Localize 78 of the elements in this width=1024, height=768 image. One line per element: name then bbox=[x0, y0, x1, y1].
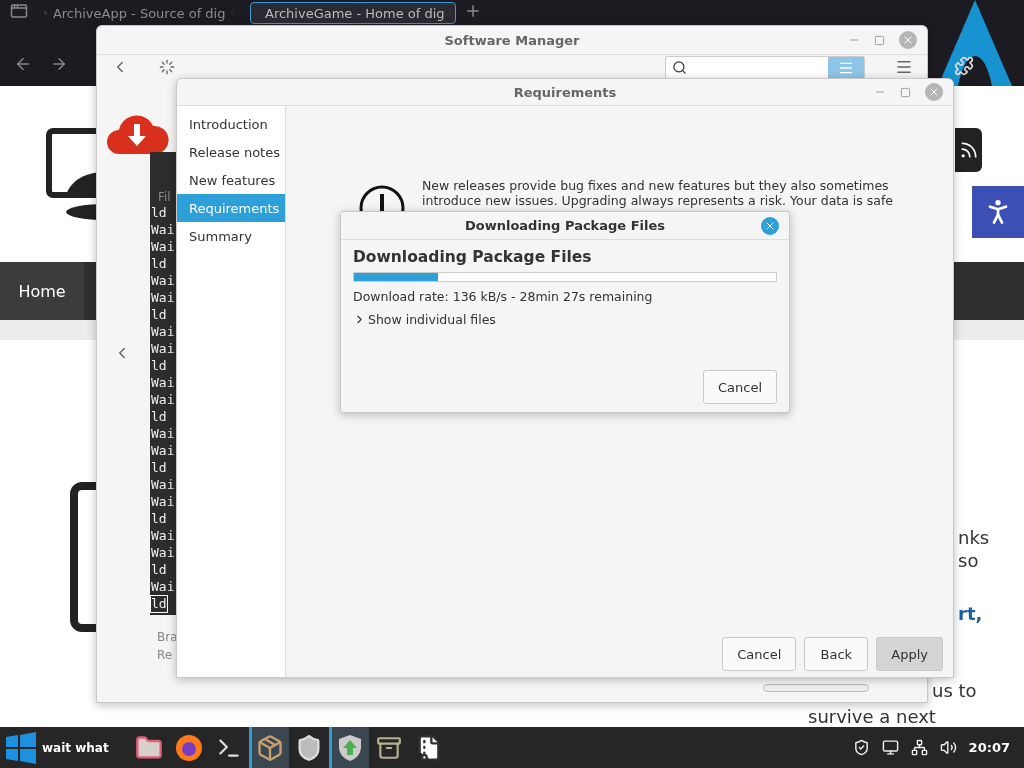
dialog-heading: Downloading Package Files bbox=[353, 248, 593, 266]
article-text: so bbox=[958, 550, 979, 572]
windows-logo-icon[interactable] bbox=[5, 731, 37, 764]
terminal-line: ld bbox=[150, 306, 168, 323]
terminal-line: Wai bbox=[150, 340, 176, 357]
tab-overview-icon[interactable] bbox=[10, 2, 28, 20]
cancel-button[interactable]: Cancel bbox=[702, 370, 777, 404]
terminal-line: Wai bbox=[150, 544, 176, 561]
dialog-title: Downloading Package Files bbox=[464, 218, 666, 233]
spinner-icon bbox=[159, 59, 175, 75]
menu-icon[interactable] bbox=[895, 58, 913, 76]
browser-tab[interactable]: ArchiveGame - Home of dig bbox=[250, 2, 456, 24]
close-icon bbox=[902, 34, 914, 46]
window-title: Software Manager bbox=[444, 32, 580, 48]
shield-icon[interactable] bbox=[852, 739, 870, 756]
terminal-line: ld bbox=[150, 204, 168, 221]
package-icon[interactable] bbox=[256, 733, 285, 762]
terminal-line: ld bbox=[150, 408, 168, 425]
terminal-line: Wai bbox=[150, 238, 176, 255]
terminal-line: ld bbox=[151, 596, 167, 612]
terminal-line: Wai bbox=[150, 493, 176, 510]
scrollbar[interactable] bbox=[763, 684, 869, 692]
volume-icon[interactable] bbox=[939, 739, 957, 756]
download-rate: Download rate: 136 kB/s - 28min 27s remaining bbox=[353, 289, 654, 304]
terminal-line: Wai bbox=[150, 476, 176, 493]
terminal-line: ld bbox=[150, 561, 168, 578]
article-text: survive a next bbox=[808, 706, 936, 728]
article-text: rt, bbox=[958, 603, 983, 625]
extension-icon[interactable] bbox=[954, 56, 974, 76]
expander[interactable]: Show individual files bbox=[353, 312, 777, 327]
terminal-line: Wai bbox=[150, 221, 176, 238]
terminal-line: Wai bbox=[150, 391, 176, 408]
warning-text: New releases provide bug fixes and new features but they also sometimes introduce new issues. Upgrading always represents a risk. Your data is safe bbox=[422, 178, 894, 208]
terminal-menu[interactable]: Fil bbox=[158, 190, 171, 204]
nav-link[interactable]: Home bbox=[0, 262, 84, 320]
sidebar-item[interactable]: Summary bbox=[177, 222, 285, 250]
rss-button[interactable] bbox=[955, 128, 982, 172]
taskbar-app[interactable] bbox=[328, 727, 369, 768]
terminal-line: Wai bbox=[150, 578, 176, 595]
start-label[interactable]: wait what bbox=[42, 740, 109, 755]
terminal-line: ld bbox=[150, 510, 168, 527]
dialog-button[interactable]: Cancel bbox=[722, 637, 797, 671]
dialog-button[interactable]: Apply bbox=[876, 637, 943, 671]
close-button[interactable] bbox=[761, 216, 779, 235]
detail-label: Re bbox=[157, 648, 174, 662]
article-text: nks bbox=[958, 527, 990, 549]
firefox-icon[interactable] bbox=[174, 733, 203, 762]
clock[interactable]: 20:07 bbox=[968, 740, 1010, 755]
dialog-button[interactable]: Back bbox=[804, 637, 869, 671]
sidebar-item[interactable]: Release notes bbox=[177, 138, 285, 166]
sidebar-item[interactable]: New features bbox=[177, 166, 285, 194]
terminal-line: Wai bbox=[150, 323, 176, 340]
display-icon[interactable] bbox=[881, 739, 899, 756]
search-icon bbox=[672, 60, 687, 75]
terminal-line: ld bbox=[150, 357, 168, 374]
accessibility-button[interactable] bbox=[972, 186, 1024, 238]
back-icon[interactable] bbox=[14, 55, 32, 73]
browser-tab[interactable]: ArchiveApp - Source of dig bbox=[36, 2, 242, 24]
window-title: Requirements bbox=[513, 84, 617, 100]
sidebar-item[interactable]: Introduction bbox=[177, 110, 285, 138]
network-icon[interactable] bbox=[910, 739, 928, 756]
terminal-line: ld bbox=[150, 459, 168, 476]
terminal-line: Wai bbox=[150, 442, 176, 459]
terminal-line: Wai bbox=[150, 425, 176, 442]
warning-icon bbox=[358, 184, 406, 214]
terminal-line: Wai bbox=[150, 374, 176, 391]
folder-icon[interactable] bbox=[134, 733, 163, 762]
taskbar-app[interactable] bbox=[248, 727, 289, 768]
article-text: us to bbox=[932, 680, 977, 702]
terminal-line: Wai bbox=[150, 527, 176, 544]
terminal-line: Wai bbox=[150, 289, 176, 306]
forward-icon[interactable] bbox=[50, 55, 68, 73]
search-field[interactable] bbox=[665, 56, 865, 78]
terminal-line: Wai bbox=[150, 272, 176, 289]
terminal-line: ld bbox=[150, 255, 168, 272]
close-icon bbox=[928, 86, 940, 98]
new-tab-icon[interactable] bbox=[464, 2, 482, 20]
archive-icon[interactable] bbox=[375, 734, 402, 761]
